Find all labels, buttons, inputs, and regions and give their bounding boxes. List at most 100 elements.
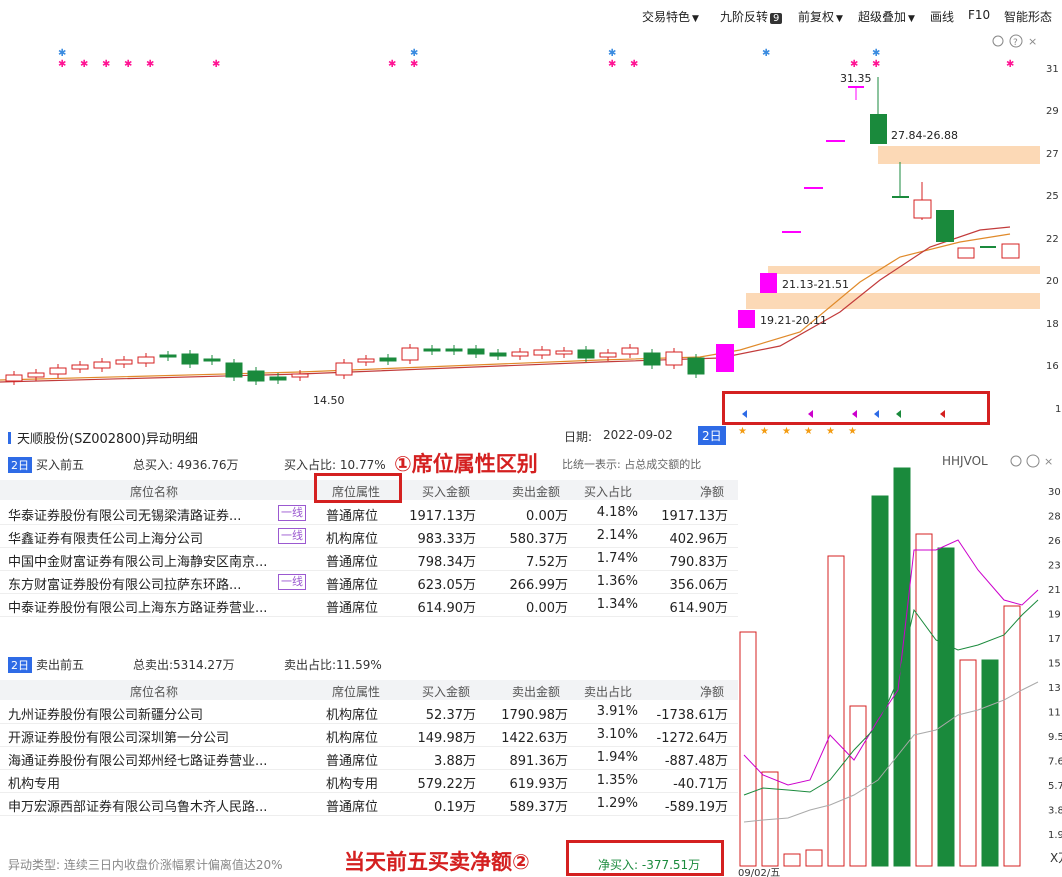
- net-amount: 1917.13万: [661, 509, 728, 524]
- toolbar-smart-pattern[interactable]: 智能形态: [1004, 8, 1052, 25]
- candle: [445, 348, 463, 352]
- seat-attr: 普通席位: [326, 555, 379, 570]
- candle: [115, 359, 133, 365]
- orange-star-icon: ★: [760, 426, 769, 437]
- orange-star-icon: ★: [826, 426, 835, 437]
- candle: [511, 351, 529, 357]
- signal-highlight-box: [722, 391, 990, 425]
- sell-row[interactable]: 海通证券股份有限公司郑州经七路证券营业... 普通席位 3.88万 891.36…: [0, 747, 738, 770]
- attr-highlight-box: [314, 473, 402, 503]
- blue-star-icon: ✱: [410, 48, 418, 59]
- buy-amount: 0.19万: [434, 800, 476, 815]
- buy-row[interactable]: 中泰证券股份有限公司上海东方路证券营业... 普通席位 614.90万 0.00…: [0, 594, 738, 617]
- vol-help-icon: [1026, 454, 1040, 468]
- candle: [27, 372, 45, 378]
- candle: [137, 356, 155, 364]
- candle: [401, 347, 419, 361]
- vol-title: HHJVOL: [942, 454, 988, 468]
- magenta-star-icon: ✱: [124, 59, 132, 70]
- seat-name: 申万宏源西部证券有限公司乌鲁木齐人民路...: [8, 800, 268, 815]
- svg-text:27.84-26.88: 27.84-26.88: [891, 129, 958, 142]
- magenta-star-icon: ✱: [608, 59, 616, 70]
- volume-bar: [783, 853, 801, 867]
- sell-row[interactable]: 机构专用 机构专用 579.22万 619.93万 1.35% -40.71万: [0, 770, 738, 793]
- buy-row[interactable]: 华泰证券股份有限公司无锡梁清路证券... 一线 普通席位 1917.13万 0.…: [0, 502, 738, 525]
- candle: [621, 347, 639, 355]
- svg-text:19.21-20.11: 19.21-20.11: [760, 314, 827, 327]
- buy-amount: 3.88万: [434, 754, 476, 769]
- volume-bar: [805, 849, 823, 867]
- magenta-star-icon: ✱: [1006, 59, 1014, 70]
- volume-bar: [937, 547, 955, 867]
- candle: [5, 374, 23, 382]
- magenta-star-icon: ✱: [146, 59, 154, 70]
- seat-attr: 普通席位: [326, 509, 379, 524]
- magenta-star-icon: ✱: [102, 59, 110, 70]
- seat-attr: 机构席位: [326, 708, 379, 723]
- toolbar-draw-line[interactable]: 画线: [930, 8, 954, 25]
- toolbar-fuquan[interactable]: 前复权 ▼: [798, 8, 843, 25]
- seat-name: 华鑫证券有限责任公司上海分公司: [8, 532, 204, 547]
- top-toolbar: 交易特色 ▼ 九阶反转 9 前复权 ▼ 超级叠加 ▼ 画线 F10 智能形态: [0, 0, 1062, 32]
- seat-attr: 机构专用: [326, 777, 379, 792]
- candle: [269, 376, 287, 381]
- svg-text:21.13-21.51: 21.13-21.51: [782, 278, 849, 291]
- buy-amount: 149.98万: [417, 731, 477, 746]
- period-tab[interactable]: 2日: [698, 426, 726, 445]
- candle: [577, 349, 595, 359]
- buy-row[interactable]: 华鑫证券有限责任公司上海分公司 一线 机构席位 983.33万 580.37万 …: [0, 525, 738, 548]
- candle: [203, 358, 221, 362]
- vol-axis-label: 28: [1048, 512, 1061, 523]
- seat-name: 开源证券股份有限公司深圳第一分公司: [8, 731, 230, 746]
- buy-amount: 1917.13万: [409, 509, 476, 524]
- seat-name: 九州证券股份有限公司新疆分公司: [8, 708, 204, 723]
- blue-star-icon: ✱: [762, 48, 770, 59]
- candle: [159, 354, 177, 358]
- sell-amount: 891.36万: [509, 754, 569, 769]
- annotation-1: ①席位属性区别: [394, 452, 538, 476]
- buy-amount: 798.34万: [417, 555, 477, 570]
- seat-name: 机构专用: [8, 777, 61, 792]
- volume-panel[interactable]: HHJVOL × ★ 302826232119171513119.57.65.7…: [738, 450, 1062, 877]
- candle: [555, 350, 573, 355]
- seat-attr: 机构席位: [326, 731, 379, 746]
- candle: [533, 349, 551, 356]
- buy-row[interactable]: 中国中金财富证券有限公司上海静安区南京... 普通席位 798.34万 7.52…: [0, 548, 738, 571]
- orange-star-icon: ★: [804, 426, 813, 437]
- seat-attr: 普通席位: [326, 601, 379, 616]
- close-icon: ×: [1028, 35, 1037, 48]
- candle: [643, 352, 661, 366]
- candle: [665, 351, 683, 366]
- toolbar-f10[interactable]: F10: [968, 8, 990, 22]
- vol-axis-label: 19: [1048, 610, 1061, 621]
- seat-attr: 普通席位: [326, 754, 379, 769]
- sell-amount: 580.37万: [509, 532, 569, 547]
- volume-bar: [1003, 605, 1021, 867]
- magenta-star-icon: ✱: [872, 59, 880, 70]
- label-high: 31.35: [840, 72, 872, 85]
- magenta-star-icon: ✱: [630, 59, 638, 70]
- vol-axis-label: 7.6: [1048, 757, 1062, 768]
- date-value: 2022-09-02: [603, 428, 673, 442]
- vol-axis-label: 15: [1048, 659, 1061, 670]
- sell-amount: 589.37万: [509, 800, 569, 815]
- sell-row[interactable]: 九州证券股份有限公司新疆分公司 机构席位 52.37万 1790.98万 3.9…: [0, 701, 738, 724]
- sell-amount: 0.00万: [526, 601, 568, 616]
- candle: [379, 357, 397, 362]
- volume-bar: [959, 659, 977, 867]
- svg-text:?: ?: [1013, 38, 1018, 48]
- magenta-star-icon: ✱: [410, 59, 418, 70]
- annotation-2: 当天前五买卖净额②: [344, 850, 530, 874]
- toolbar-overlay[interactable]: 超级叠加 ▼: [858, 8, 915, 25]
- vol-axis-label: 23: [1048, 561, 1061, 572]
- buy-row[interactable]: 东方财富证券股份有限公司拉萨东环路... 一线 普通席位 623.05万 266…: [0, 571, 738, 594]
- sell-row[interactable]: 申万宏源西部证券有限公司乌鲁木齐人民路... 普通席位 0.19万 589.37…: [0, 793, 738, 816]
- kline-chart[interactable]: ? × ✱ ✱ ✱ ✱ ✱ ✱ ✱ ✱ ✱ ✱ ✱ ✱ ✱✱ ✱ ✱ ✱ ✱ 31.35 27.84-26.88…: [0, 32, 1040, 452]
- toolbar-trading-feature[interactable]: 交易特色 ▼: [642, 8, 699, 25]
- buy-amount: 614.90万: [417, 601, 477, 616]
- net-amount: 614.90万: [669, 601, 729, 616]
- sell-row[interactable]: 开源证券股份有限公司深圳第一分公司 机构席位 149.98万 1422.63万 …: [0, 724, 738, 747]
- candle: [467, 348, 485, 355]
- vol-axis-label: 30: [1048, 487, 1061, 498]
- toolbar-jiujie[interactable]: 九阶反转 9: [720, 8, 783, 25]
